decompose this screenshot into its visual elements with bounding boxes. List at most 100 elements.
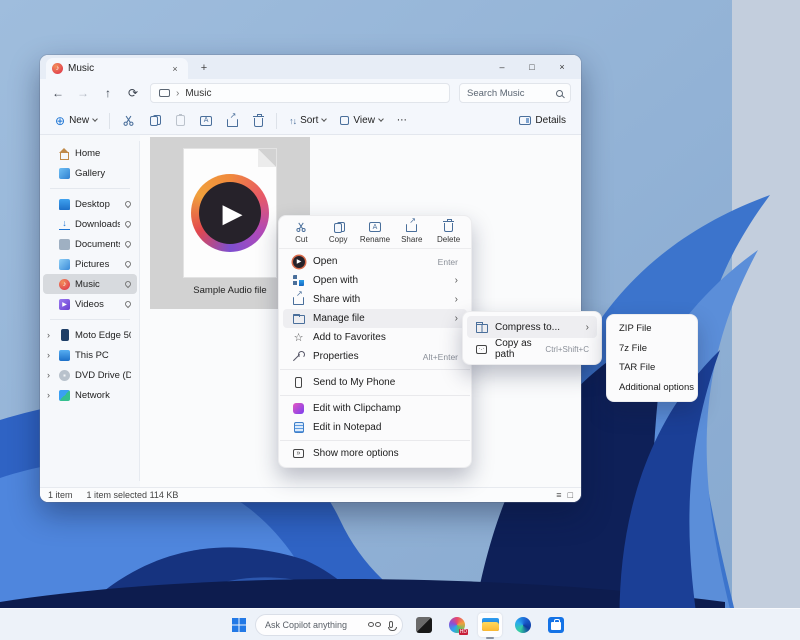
sidebar-item-desktop[interactable]: Desktop (43, 194, 137, 214)
submenu-item-zip-file[interactable]: ZIP File (610, 319, 694, 339)
menu-item-edit-in-notepad[interactable]: Edit in Notepad (283, 418, 467, 437)
expand-chevron-icon[interactable]: › (47, 350, 54, 360)
sort-button[interactable]: ↑↓ Sort (284, 110, 331, 132)
delete-command[interactable]: Delete (431, 221, 467, 244)
menu-item-manage-file[interactable]: Manage file › (283, 309, 467, 328)
new-button[interactable]: ⊕ New (50, 110, 102, 132)
microphone-icon[interactable] (389, 621, 393, 628)
share-icon (293, 297, 304, 305)
shortcut-hint: Enter (438, 257, 458, 267)
taskbar-dark-app-icon[interactable] (412, 613, 436, 637)
selection-info: 1 item selected 114 KB (87, 490, 179, 500)
back-button[interactable]: ← (50, 86, 66, 100)
sidebar-item-gallery[interactable]: Gallery (43, 163, 137, 183)
copilot-vision-icon[interactable] (368, 622, 381, 627)
menu-item-edit-with-clipchamp[interactable]: Edit with Clipchamp (283, 399, 467, 418)
menu-item-open[interactable]: ▶ Open Enter (283, 252, 467, 271)
expand-chevron-icon[interactable]: › (47, 330, 54, 340)
items-count: 1 item (48, 490, 73, 500)
address-bar[interactable]: › Music (150, 83, 450, 103)
copy-command[interactable]: Copy (320, 221, 356, 244)
details-label: Details (535, 115, 566, 126)
submenu-item-tar-file[interactable]: TAR File (610, 358, 694, 378)
icons-view-toggle[interactable]: □ (568, 490, 573, 500)
path-icon (476, 345, 487, 354)
sidebar-item-home[interactable]: Home (43, 143, 137, 163)
sidebar-item-network[interactable]: › Network (43, 385, 137, 405)
sidebar-item-downloads[interactable]: ↓ Downloads (43, 214, 137, 234)
refresh-button[interactable]: ⟳ (125, 86, 141, 100)
delete-button[interactable] (247, 110, 269, 132)
taskbar-hd-app-icon[interactable] (445, 613, 469, 637)
new-tab-button[interactable]: + (196, 60, 212, 76)
maximize-button[interactable]: □ (517, 55, 547, 79)
wrench-icon (293, 351, 305, 363)
see-more-button[interactable]: ⋯ (392, 110, 412, 132)
share-command[interactable]: Share (394, 221, 430, 244)
trash-icon (254, 118, 263, 127)
sidebar-item-moto-edge[interactable]: › Moto Edge 50 Neo (43, 325, 137, 345)
sidebar-item-label: Network (75, 390, 110, 401)
submenu-item-compress-to[interactable]: Compress to... › (467, 316, 597, 338)
copilot-search-input[interactable]: Ask Copilot anything (255, 614, 403, 636)
sidebar-item-this-pc[interactable]: › This PC (43, 345, 137, 365)
menu-item-add-to-favorites[interactable]: ☆ Add to Favorites (283, 328, 467, 347)
share-button[interactable] (221, 110, 243, 132)
submenu-chevron-icon: › (455, 275, 458, 286)
rename-button[interactable] (195, 110, 217, 132)
tab-music[interactable]: ♪ Music × (46, 58, 188, 79)
network-icon (59, 390, 70, 401)
copy-button[interactable] (143, 110, 165, 132)
submenu-chevron-icon: › (586, 322, 589, 333)
chevron-down-icon (378, 116, 384, 122)
cut-button[interactable] (117, 110, 139, 132)
submenu-item-7z-file[interactable]: 7z File (610, 339, 694, 359)
submenu-item-additional-options[interactable]: Additional options (610, 378, 694, 398)
sidebar-item-pictures[interactable]: Pictures (43, 254, 137, 274)
command-label: Cut (295, 235, 307, 244)
paste-button[interactable] (169, 110, 191, 132)
sidebar-item-dvd-drive[interactable]: › DVD Drive (D:) CCC (43, 365, 137, 385)
view-button[interactable]: View (335, 110, 388, 132)
menu-item-show-more-options[interactable]: Show more options (283, 444, 467, 463)
taskbar-file-explorer-icon[interactable] (478, 613, 502, 637)
command-toolbar: ⊕ New ↑↓ Sort View (40, 107, 581, 135)
sort-arrows-icon: ↑↓ (289, 116, 296, 126)
tab-close-icon[interactable]: × (168, 62, 182, 76)
more-icon: ⋯ (397, 115, 407, 126)
menu-item-label: Add to Favorites (313, 332, 386, 343)
menu-item-send-to-my-phone[interactable]: Send to My Phone (283, 373, 467, 392)
submenu-item-copy-as-path[interactable]: Copy as path Ctrl+Shift+C (467, 338, 597, 360)
sidebar-item-music[interactable]: ♪ Music (43, 274, 137, 294)
taskbar-edge-icon[interactable] (511, 613, 535, 637)
manage-file-submenu: Compress to... › Copy as path Ctrl+Shift… (462, 311, 602, 365)
search-input[interactable]: Search Music (459, 83, 571, 103)
menu-item-label: Additional options (619, 382, 694, 393)
edge-browser-icon (515, 617, 531, 633)
start-button[interactable] (232, 618, 246, 632)
rename-command[interactable]: Rename (357, 221, 393, 244)
details-pane-button[interactable]: Details (514, 110, 571, 132)
trash-icon (444, 223, 453, 232)
rename-icon (200, 116, 212, 126)
sidebar-item-label: Videos (75, 299, 104, 310)
microsoft-store-icon (548, 617, 564, 633)
menu-item-open-with[interactable]: Open with › (283, 271, 467, 290)
menu-item-properties[interactable]: Properties Alt+Enter (283, 347, 467, 366)
forward-button[interactable]: → (75, 86, 91, 100)
expand-chevron-icon[interactable]: › (47, 370, 54, 380)
taskbar-store-icon[interactable] (544, 613, 568, 637)
sidebar-item-documents[interactable]: Documents (43, 234, 137, 254)
expand-chevron-icon[interactable]: › (47, 390, 54, 400)
sidebar-item-videos[interactable]: ▶ Videos (43, 294, 137, 314)
minimize-button[interactable]: – (487, 55, 517, 79)
cut-command[interactable]: Cut (283, 221, 319, 244)
command-label: Share (401, 235, 422, 244)
paste-icon (176, 115, 185, 126)
music-file-icon: ♪ (52, 63, 63, 74)
up-button[interactable]: ↑ (100, 86, 116, 100)
notepad-icon (294, 422, 304, 433)
menu-item-share-with[interactable]: Share with › (283, 290, 467, 309)
close-button[interactable]: × (547, 55, 577, 79)
list-view-toggle[interactable]: ≡ (556, 490, 561, 500)
